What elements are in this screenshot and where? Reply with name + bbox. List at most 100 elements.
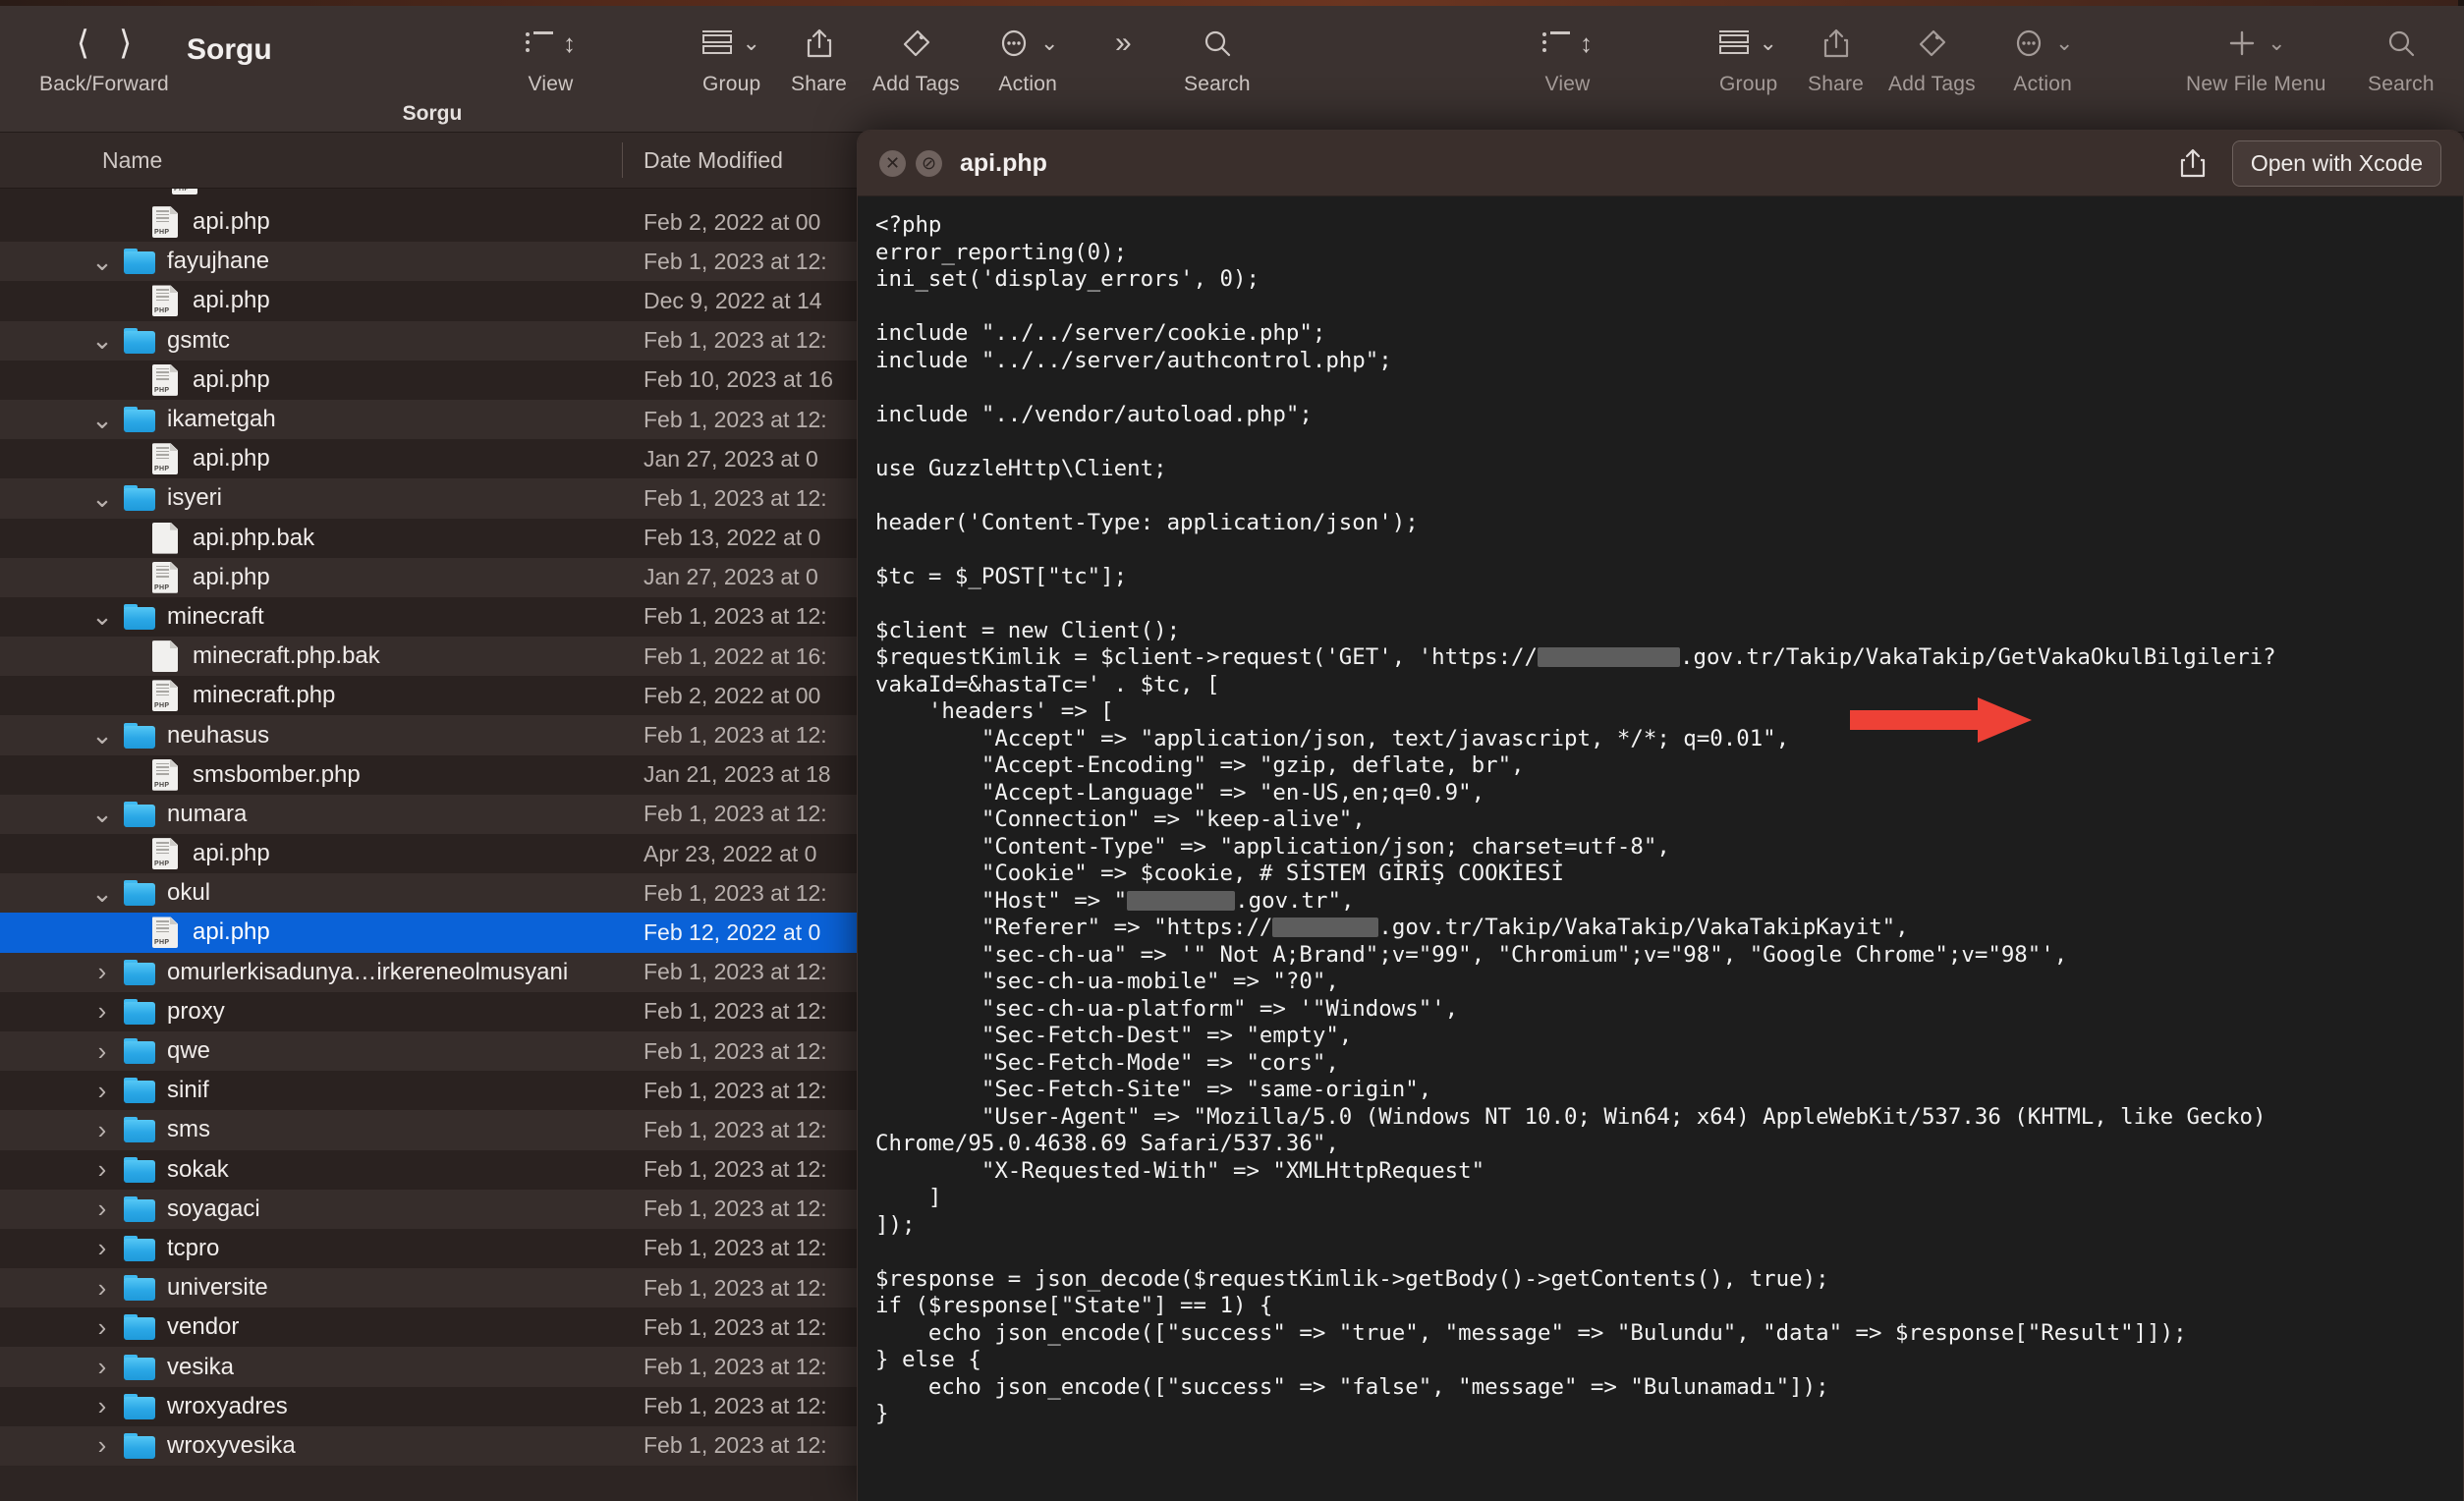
column-header-name[interactable]: Name [102, 147, 162, 174]
chevron-left-icon[interactable]: ⟨ [77, 27, 89, 60]
chevron-double-right-icon[interactable]: » [1115, 27, 1132, 60]
php-file-icon: PHP [152, 680, 178, 712]
folder-icon [124, 1078, 155, 1104]
folder-icon [124, 880, 155, 907]
chevron-updown-icon[interactable]: ↕ [1580, 28, 1593, 59]
plus-icon[interactable] [2226, 28, 2258, 59]
folder-icon [124, 1314, 155, 1341]
column-header-date[interactable]: Date Modified [644, 147, 783, 174]
php-file-icon: PHP [152, 206, 178, 239]
search-icon[interactable] [1202, 28, 1233, 59]
file-date-modified: Feb 1, 2023 at 12: [644, 1354, 827, 1380]
disclosure-collapsed-icon[interactable]: › [90, 957, 114, 987]
list-view-icon[interactable] [526, 31, 553, 55]
disclosure-collapsed-icon[interactable]: › [90, 1430, 114, 1461]
disclosure-collapsed-icon[interactable]: › [90, 1391, 114, 1421]
disclosure-expanded-icon[interactable]: ⌄ [90, 720, 114, 750]
search-button[interactable]: Search [1184, 18, 1251, 96]
back-forward-label: Back/Forward [39, 73, 169, 95]
chevron-down-icon[interactable]: ⌄ [1040, 30, 1058, 56]
disclosure-expanded-icon[interactable]: ⌄ [90, 601, 114, 632]
disclosure-collapsed-icon[interactable]: › [90, 1154, 114, 1185]
plain-file-icon: PHP [152, 522, 178, 554]
code-part-1: <?php error_reporting(0); ini_set('displ… [875, 212, 1539, 670]
file-name: vesika [167, 1353, 235, 1380]
chevron-down-icon[interactable]: ⌄ [742, 30, 759, 56]
disclosure-expanded-icon[interactable]: ⌄ [90, 799, 114, 829]
search-icon[interactable] [2385, 28, 2417, 59]
file-date-modified: Feb 10, 2023 at 16 [644, 366, 834, 393]
disclosure-expanded-icon[interactable]: ⌄ [90, 405, 114, 435]
new-file-menu-button[interactable]: ⌄ New File Menu [2186, 18, 2326, 96]
back-forward-group[interactable]: ⟨ ⟩ Back/Forward [39, 18, 169, 96]
action-button[interactable]: ⌄ Action [997, 18, 1058, 96]
code-viewer: <?php error_reporting(0); ini_set('displ… [875, 212, 2463, 1428]
disclosure-collapsed-icon[interactable]: › [90, 1115, 114, 1145]
disclosure-collapsed-icon[interactable]: › [90, 1076, 114, 1106]
file-date-modified: Feb 1, 2023 at 12: [644, 1274, 827, 1301]
file-date-modified: Feb 1, 2023 at 12: [644, 1313, 827, 1340]
share-icon[interactable] [806, 28, 833, 59]
view-button-secondary[interactable]: ↕ View [1542, 18, 1593, 96]
tag-icon[interactable] [1915, 28, 1948, 59]
view-button[interactable]: ↕ View [526, 18, 576, 96]
add-tags-button-secondary[interactable]: Add Tags [1888, 18, 1976, 96]
disclosure-expanded-icon[interactable]: ⌄ [90, 247, 114, 277]
list-view-icon[interactable] [1542, 31, 1570, 55]
share-icon[interactable] [2179, 146, 2207, 180]
group-icon[interactable] [1719, 30, 1750, 56]
chevron-right-icon[interactable]: ⟩ [119, 27, 132, 60]
disclosure-expanded-icon[interactable]: ⌄ [90, 483, 114, 514]
disclosure-collapsed-icon[interactable]: › [90, 1312, 114, 1343]
group-button-secondary[interactable]: ⌄ Group [1719, 18, 1777, 96]
share-button[interactable]: Share [791, 18, 847, 96]
folder-icon [124, 1195, 155, 1222]
folder-icon [124, 801, 155, 827]
php-file-icon: PHP [152, 363, 178, 396]
chevron-updown-icon[interactable]: ↕ [563, 28, 576, 59]
share-icon[interactable] [1822, 28, 1850, 59]
disclosure-expanded-icon[interactable]: ⌄ [90, 325, 114, 356]
chevron-down-icon[interactable]: ⌄ [2268, 30, 2285, 56]
add-tags-button[interactable]: Add Tags [872, 18, 960, 96]
chevron-down-icon[interactable]: ⌄ [2055, 30, 2073, 56]
chevron-down-icon[interactable]: ⌄ [1759, 30, 1776, 56]
disclosure-collapsed-icon[interactable]: › [90, 996, 114, 1027]
add-tags-label: Add Tags [872, 73, 960, 95]
ellipsis-circle-icon[interactable] [2012, 28, 2045, 59]
group-button[interactable]: ⌄ Group [702, 18, 760, 96]
disclosure-collapsed-icon[interactable]: › [90, 1233, 114, 1263]
file-name: ikametgah [167, 406, 276, 433]
group-label: Group [702, 73, 761, 95]
folder-icon [124, 485, 155, 512]
file-name: numara [167, 800, 248, 827]
search-button-secondary[interactable]: Search [2368, 18, 2435, 96]
php-file-icon: PHP [152, 285, 178, 317]
column-divider[interactable] [622, 142, 623, 178]
disclosure-collapsed-icon[interactable]: › [90, 1352, 114, 1382]
folder-icon [124, 1038, 155, 1065]
share-button-secondary[interactable]: Share [1808, 18, 1864, 96]
disclosure-collapsed-icon[interactable]: › [90, 1194, 114, 1224]
file-date-modified: Feb 1, 2023 at 12: [644, 722, 827, 749]
folder-icon [124, 722, 155, 749]
ellipsis-circle-icon[interactable] [997, 28, 1031, 59]
open-with-xcode-button[interactable]: Open with Xcode [2231, 139, 2441, 187]
folder-icon [124, 327, 155, 354]
no-entry-circle-icon[interactable]: ⊘ [916, 149, 942, 177]
file-name: minecraft.php [193, 682, 336, 709]
overflow-button[interactable]: » [1115, 18, 1132, 69]
tag-icon[interactable] [899, 28, 932, 59]
close-circle-icon[interactable]: ✕ [879, 149, 906, 177]
group-icon[interactable] [702, 30, 733, 56]
disclosure-collapsed-icon[interactable]: › [90, 1036, 114, 1067]
action-button-secondary[interactable]: ⌄ Action [2012, 18, 2073, 96]
redaction-block-referer [1272, 917, 1379, 937]
action-label: Action [998, 73, 1057, 95]
file-date-modified: Jan 21, 2023 at 18 [644, 761, 831, 788]
disclosure-collapsed-icon[interactable]: › [90, 1273, 114, 1304]
folder-icon [124, 959, 155, 985]
file-name: api.php [193, 563, 270, 590]
quicklook-titlebar: ✕ ⊘ api.php Open with Xcode [858, 131, 2463, 196]
disclosure-expanded-icon[interactable]: ⌄ [90, 878, 114, 909]
